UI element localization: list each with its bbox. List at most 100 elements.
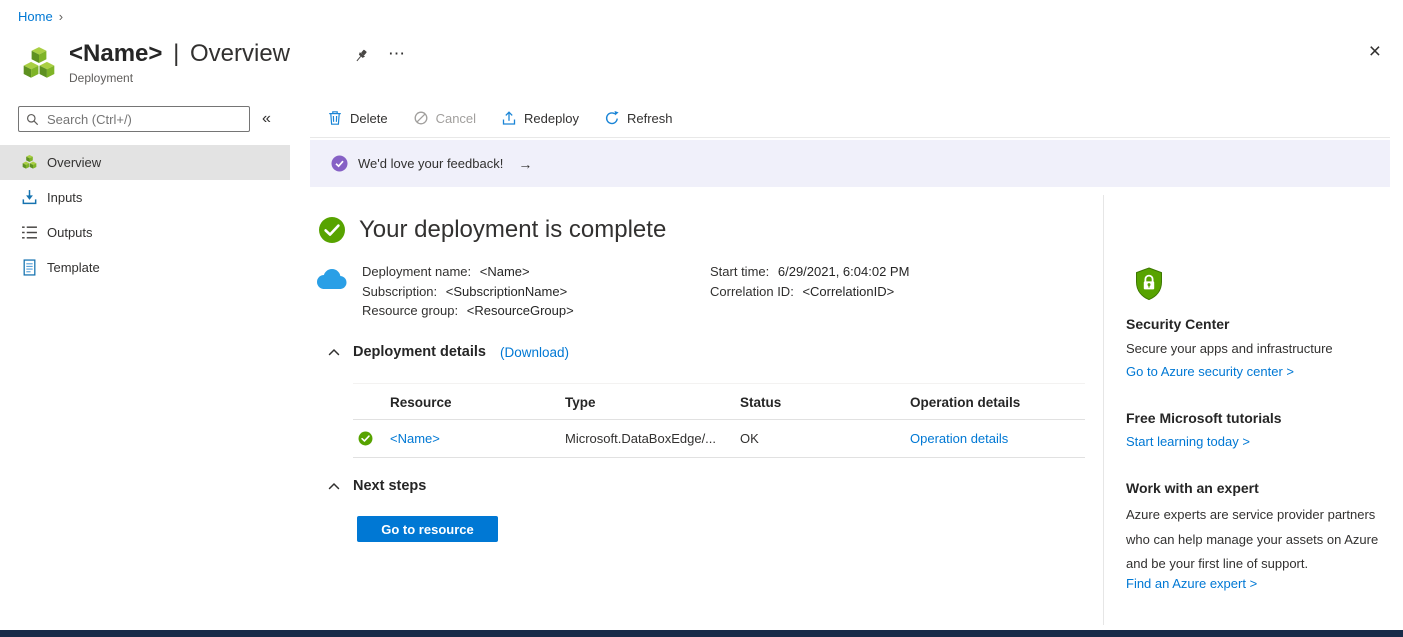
sidebar-item-label: Inputs <box>47 190 82 205</box>
row-operation-details-link[interactable]: Operation details <box>910 431 1085 446</box>
cancel-button[interactable]: Cancel <box>413 110 476 126</box>
search-icon <box>26 113 39 126</box>
row-resource-link[interactable]: <Name> <box>390 431 565 446</box>
deployment-cubes-icon <box>20 45 58 85</box>
next-steps-title: Next steps <box>353 478 426 494</box>
sidebar-item-overview[interactable]: Overview <box>0 145 290 180</box>
sidebar-item-outputs[interactable]: Outputs <box>0 215 290 250</box>
expert-description: Azure experts are service provider partn… <box>1126 503 1401 577</box>
table-row[interactable]: <Name> Microsoft.DataBoxEdge/... OK Oper… <box>353 420 1085 458</box>
pin-icon[interactable] <box>353 48 369 64</box>
column-header-resource: Resource <box>390 395 565 410</box>
delete-label: Delete <box>350 111 388 126</box>
security-shield-icon <box>1134 267 1164 301</box>
main-content: Your deployment is complete Deployment n… <box>310 187 1103 630</box>
chevron-up-icon[interactable] <box>328 348 340 356</box>
success-check-icon <box>318 216 346 244</box>
search-input[interactable] <box>45 111 242 128</box>
inputs-icon <box>21 189 38 206</box>
breadcrumb: Home › <box>18 9 63 24</box>
page-title: <Name> | Overview <box>69 40 290 68</box>
deployment-name-label: Deployment name: <box>362 264 471 279</box>
resource-name: <Name> <box>69 40 162 67</box>
sidebar-item-template[interactable]: Template <box>0 250 290 285</box>
column-header-operation-details: Operation details <box>910 395 1085 410</box>
start-time-label: Start time: <box>710 264 769 279</box>
status-heading: Your deployment is complete <box>359 216 666 244</box>
deployment-details-table: Resource Type Status Operation details <… <box>353 383 1085 458</box>
cancel-label: Cancel <box>436 111 476 126</box>
trash-icon <box>327 110 343 126</box>
sidebar-item-label: Overview <box>47 155 101 170</box>
feedback-icon <box>331 155 348 172</box>
close-icon[interactable]: × <box>1369 42 1381 62</box>
subscription-link[interactable]: <SubscriptionName> <box>446 284 567 299</box>
go-to-resource-button[interactable]: Go to resource <box>357 516 498 542</box>
expert-title: Work with an expert <box>1126 480 1259 496</box>
correlation-id-label: Correlation ID: <box>710 284 794 299</box>
collapse-sidebar-icon[interactable]: « <box>262 110 271 128</box>
start-time-row: Start time: 6/29/2021, 6:04:02 PM <box>710 262 909 282</box>
tutorials-link[interactable]: Start learning today > <box>1126 434 1250 449</box>
feedback-banner[interactable]: We'd love your feedback! → <box>310 140 1390 187</box>
redeploy-button[interactable]: Redeploy <box>501 110 579 126</box>
column-header-type: Type <box>565 395 740 410</box>
template-document-icon <box>21 259 38 276</box>
chevron-up-icon[interactable] <box>328 482 340 490</box>
redeploy-upload-icon <box>501 110 517 126</box>
refresh-label: Refresh <box>627 111 673 126</box>
page-header: <Name> | Overview Deployment <box>20 40 290 85</box>
expert-link[interactable]: Find an Azure expert > <box>1126 576 1257 591</box>
feedback-message: We'd love your feedback! <box>358 156 503 171</box>
essentials-left-column: Deployment name: <Name> Subscription: <S… <box>362 262 574 321</box>
next-steps-section-header[interactable]: Next steps <box>328 478 426 494</box>
recommendations-panel: Security Center Secure your apps and inf… <box>1103 195 1391 625</box>
subscription-label: Subscription: <box>362 284 437 299</box>
toolbar-divider <box>310 137 1390 138</box>
resource-group-label: Resource group: <box>362 303 458 318</box>
row-status-value: OK <box>740 431 910 446</box>
blade-sidebar: « Overview <box>0 100 290 285</box>
overview-cubes-icon <box>21 154 38 171</box>
sidebar-menu: Overview Inputs <box>0 145 290 285</box>
cloud-icon <box>314 267 348 291</box>
start-time-value: 6/29/2021, 6:04:02 PM <box>778 264 910 279</box>
sidebar-item-label: Template <box>47 260 100 275</box>
deployment-details-section-header[interactable]: Deployment details (Download) <box>328 344 569 360</box>
download-link[interactable]: (Download) <box>500 345 569 360</box>
more-options-icon[interactable]: ⋯ <box>388 44 405 64</box>
breadcrumb-home-link[interactable]: Home <box>18 9 53 24</box>
title-section: Overview <box>190 40 290 67</box>
refresh-button[interactable]: Refresh <box>604 110 673 126</box>
redeploy-label: Redeploy <box>524 111 579 126</box>
deployment-details-title: Deployment details <box>353 344 486 360</box>
deployment-name-value: <Name> <box>480 264 530 279</box>
correlation-id-value: <CorrelationID> <box>802 284 894 299</box>
sidebar-item-label: Outputs <box>47 225 93 240</box>
security-center-title: Security Center <box>1126 316 1229 332</box>
title-divider: | <box>173 40 179 67</box>
breadcrumb-separator: › <box>59 9 63 24</box>
sidebar-item-inputs[interactable]: Inputs <box>0 180 290 215</box>
column-header-status: Status <box>740 395 910 410</box>
row-type-value: Microsoft.DataBoxEdge/... <box>565 431 740 446</box>
command-bar: Delete Cancel Redeploy <box>327 104 673 132</box>
outputs-list-icon <box>21 224 38 241</box>
resource-group-link[interactable]: <ResourceGroup> <box>467 303 574 318</box>
subscription-row: Subscription: <SubscriptionName> <box>362 282 574 302</box>
feedback-arrow-icon[interactable]: → <box>518 156 532 172</box>
sidebar-search[interactable] <box>18 106 250 132</box>
security-center-description: Secure your apps and infrastructure <box>1126 341 1333 356</box>
refresh-icon <box>604 110 620 126</box>
deployment-status: Your deployment is complete <box>318 216 666 244</box>
correlation-id-row: Correlation ID: <CorrelationID> <box>710 282 909 302</box>
security-center-link[interactable]: Go to Azure security center > <box>1126 364 1294 379</box>
essentials-right-column: Start time: 6/29/2021, 6:04:02 PM Correl… <box>710 262 909 301</box>
table-header-row: Resource Type Status Operation details <box>353 383 1085 420</box>
resource-type-label: Deployment <box>69 71 290 85</box>
delete-button[interactable]: Delete <box>327 110 388 126</box>
deployment-name-row: Deployment name: <Name> <box>362 262 574 282</box>
row-success-check-icon <box>358 431 390 446</box>
cancel-slash-icon <box>413 110 429 126</box>
bottom-status-bar <box>0 630 1403 637</box>
